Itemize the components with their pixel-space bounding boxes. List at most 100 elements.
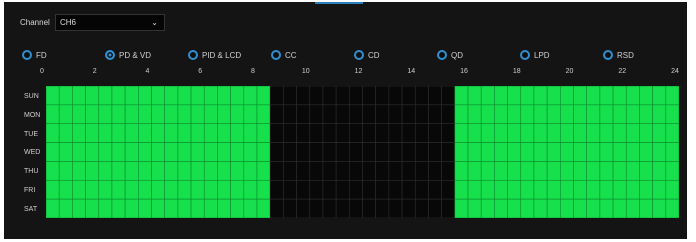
schedule-cell-active[interactable]	[164, 104, 179, 125]
schedule-cell-active[interactable]	[190, 142, 205, 162]
schedule-cell-active[interactable]	[652, 198, 667, 218]
schedule-cell-active[interactable]	[573, 161, 587, 181]
mode-radio-lpd[interactable]: LPD	[520, 49, 550, 61]
schedule-cell-inactive[interactable]	[388, 104, 403, 125]
schedule-cell-active[interactable]	[612, 161, 627, 181]
schedule-cell-active[interactable]	[652, 142, 667, 162]
schedule-cell-active[interactable]	[533, 198, 548, 218]
schedule-cell-active[interactable]	[203, 198, 218, 218]
schedule-cell-inactive[interactable]	[335, 86, 350, 106]
schedule-cell-active[interactable]	[560, 104, 574, 125]
schedule-cell-active[interactable]	[124, 161, 139, 181]
schedule-cell-active[interactable]	[533, 142, 548, 162]
schedule-cell-active[interactable]	[599, 123, 614, 143]
schedule-cell-active[interactable]	[72, 104, 86, 125]
schedule-cell-inactive[interactable]	[283, 86, 297, 106]
schedule-cell-active[interactable]	[243, 123, 258, 143]
schedule-cell-active[interactable]	[111, 123, 126, 143]
schedule-cell-active[interactable]	[652, 179, 667, 200]
schedule-cell-active[interactable]	[494, 142, 508, 162]
schedule-cell-active[interactable]	[454, 104, 469, 125]
schedule-cell-active[interactable]	[58, 86, 73, 106]
schedule-cell-inactive[interactable]	[296, 123, 311, 143]
schedule-cell-active[interactable]	[72, 86, 86, 106]
schedule-cell-active[interactable]	[111, 142, 126, 162]
schedule-cell-active[interactable]	[98, 198, 113, 218]
schedule-cell-active[interactable]	[639, 86, 653, 106]
schedule-cell-inactive[interactable]	[401, 198, 416, 218]
mode-radio-fd[interactable]: FD	[22, 49, 47, 61]
schedule-cell-active[interactable]	[177, 86, 192, 106]
schedule-cell-active[interactable]	[454, 179, 469, 200]
schedule-cell-inactive[interactable]	[349, 123, 363, 143]
schedule-cell-inactive[interactable]	[349, 161, 363, 181]
schedule-cell-inactive[interactable]	[362, 161, 376, 181]
schedule-cell-inactive[interactable]	[309, 142, 324, 162]
schedule-cell-active[interactable]	[58, 142, 73, 162]
schedule-cell-active[interactable]	[98, 179, 113, 200]
schedule-cell-inactive[interactable]	[428, 123, 442, 143]
schedule-cell-inactive[interactable]	[322, 198, 337, 218]
schedule-cell-active[interactable]	[177, 161, 192, 181]
schedule-cell-active[interactable]	[467, 198, 482, 218]
schedule-cell-active[interactable]	[625, 198, 640, 218]
schedule-cell-active[interactable]	[230, 198, 245, 218]
schedule-cell-active[interactable]	[625, 123, 640, 143]
schedule-cell-active[interactable]	[243, 198, 258, 218]
schedule-cell-active[interactable]	[190, 161, 205, 181]
schedule-cell-active[interactable]	[586, 86, 601, 106]
schedule-cell-active[interactable]	[480, 161, 495, 181]
schedule-cell-active[interactable]	[467, 104, 482, 125]
schedule-cell-active[interactable]	[612, 198, 627, 218]
schedule-cell-active[interactable]	[454, 161, 469, 181]
schedule-cell-active[interactable]	[230, 179, 245, 200]
schedule-cell-active[interactable]	[494, 161, 508, 181]
schedule-cell-active[interactable]	[586, 161, 601, 181]
schedule-cell-active[interactable]	[151, 104, 165, 125]
schedule-cell-active[interactable]	[639, 179, 653, 200]
schedule-cell-active[interactable]	[111, 161, 126, 181]
schedule-cell-active[interactable]	[85, 123, 100, 143]
schedule-cell-active[interactable]	[665, 123, 679, 143]
schedule-cell-active[interactable]	[243, 142, 258, 162]
schedule-cell-active[interactable]	[665, 142, 679, 162]
schedule-cell-active[interactable]	[494, 104, 508, 125]
schedule-cell-active[interactable]	[58, 161, 73, 181]
schedule-cell-active[interactable]	[560, 142, 574, 162]
schedule-cell-active[interactable]	[217, 161, 231, 181]
schedule-cell-active[interactable]	[652, 86, 667, 106]
schedule-cell-active[interactable]	[639, 104, 653, 125]
schedule-cell-inactive[interactable]	[349, 104, 363, 125]
schedule-cell-inactive[interactable]	[296, 86, 311, 106]
schedule-cell-active[interactable]	[217, 123, 231, 143]
schedule-cell-active[interactable]	[203, 142, 218, 162]
schedule-cell-active[interactable]	[639, 198, 653, 218]
schedule-cell-active[interactable]	[625, 161, 640, 181]
schedule-cell-active[interactable]	[46, 198, 60, 218]
schedule-cell-active[interactable]	[164, 179, 179, 200]
schedule-cell-active[interactable]	[586, 104, 601, 125]
schedule-cell-active[interactable]	[85, 104, 100, 125]
schedule-cell-active[interactable]	[98, 86, 113, 106]
schedule-cell-active[interactable]	[507, 142, 522, 162]
schedule-cell-active[interactable]	[494, 123, 508, 143]
schedule-cell-active[interactable]	[46, 123, 60, 143]
schedule-cell-inactive[interactable]	[414, 86, 429, 106]
schedule-cell-inactive[interactable]	[283, 123, 297, 143]
schedule-cell-active[interactable]	[256, 123, 271, 143]
schedule-cell-inactive[interactable]	[322, 142, 337, 162]
schedule-cell-active[interactable]	[560, 86, 574, 106]
schedule-cell-active[interactable]	[599, 86, 614, 106]
schedule-cell-active[interactable]	[203, 179, 218, 200]
schedule-cell-active[interactable]	[665, 86, 679, 106]
schedule-cell-inactive[interactable]	[375, 161, 390, 181]
schedule-cell-inactive[interactable]	[269, 179, 284, 200]
schedule-cell-active[interactable]	[85, 179, 100, 200]
schedule-cell-inactive[interactable]	[349, 86, 363, 106]
schedule-cell-inactive[interactable]	[401, 104, 416, 125]
mode-radio-rsd[interactable]: RSD	[603, 49, 634, 61]
schedule-cell-active[interactable]	[256, 86, 271, 106]
schedule-cell-inactive[interactable]	[441, 198, 456, 218]
schedule-cell-active[interactable]	[573, 142, 587, 162]
schedule-cell-active[interactable]	[217, 198, 231, 218]
